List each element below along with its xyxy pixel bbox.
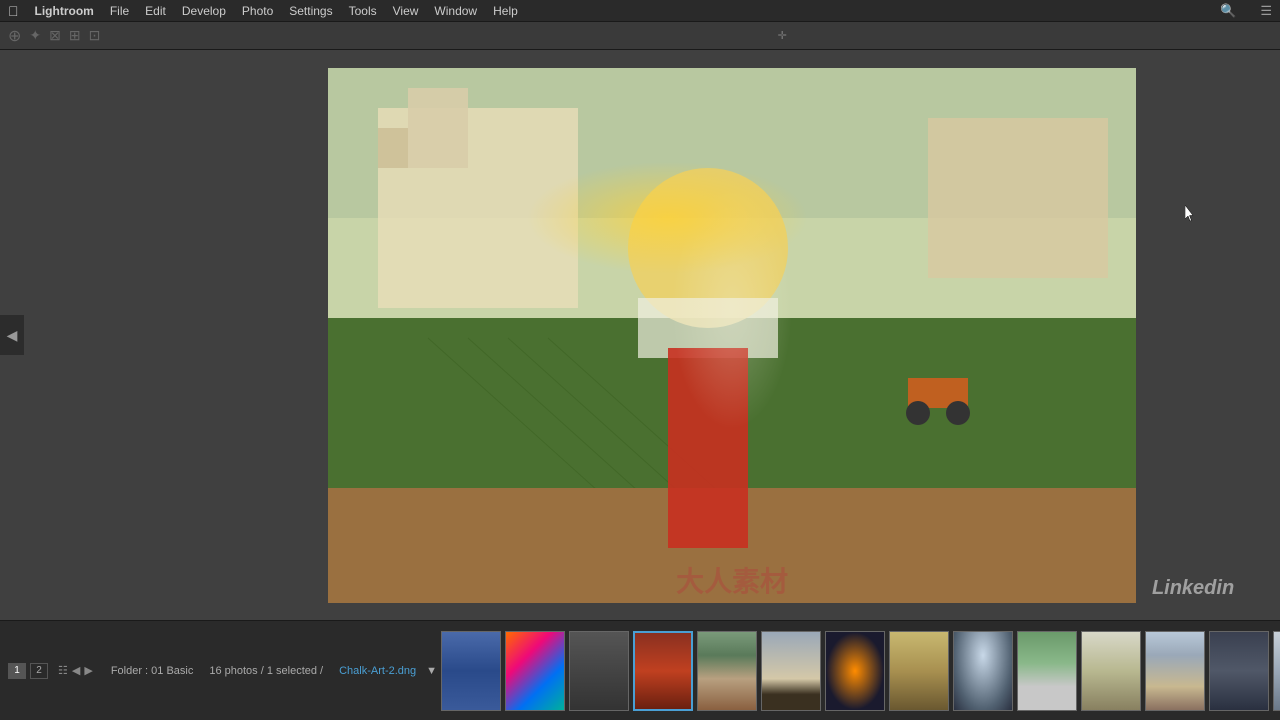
filmstrip-next-icon[interactable]: ▶ [84,664,92,677]
filmstrip-thumb-8[interactable] [889,631,949,711]
menu-file[interactable]: File [110,4,129,18]
toolbar-icon-4[interactable]: ⊞ [69,27,81,44]
apple-menu[interactable]:  [8,3,19,19]
center-cursor: ✛ [778,29,787,42]
image-area: ⊕ ✦ ⊠ ⊞ ⊡ ✛ ◀ [0,22,1280,720]
filmstrip-thumb-11[interactable] [1081,631,1141,711]
filmstrip-folder-info: Folder : 01 Basic [105,665,200,677]
search-icon[interactable]: 🔍 [1220,3,1236,19]
menu-settings[interactable]: Settings [289,4,332,18]
image-canvas: ◀ [0,50,1280,620]
filmstrip-filename[interactable]: Chalk-Art-2.dng [333,665,422,677]
menu-edit[interactable]: Edit [145,4,166,18]
prev-arrow[interactable]: ◀ [0,315,24,355]
linkedin-watermark: Linkedin [1152,577,1234,600]
list-icon[interactable]: ☰ [1260,3,1272,19]
filmstrip-thumb-13[interactable] [1209,631,1269,711]
filmstrip-thumb-4[interactable] [633,631,693,711]
filmstrip-thumb-2[interactable] [505,631,565,711]
page-1[interactable]: 1 [8,663,26,679]
filmstrip-thumb-9[interactable] [953,631,1013,711]
menu-window[interactable]: Window [434,4,477,18]
filmstrip: 1 2 ☷ ◀ ▶ Folder : 01 Basic 16 photos / … [0,620,1280,720]
filmstrip-thumb-10[interactable] [1017,631,1077,711]
page-nav: 1 2 [8,663,48,679]
menu-help[interactable]: Help [493,4,518,18]
filmstrip-controls: ☷ ◀ ▶ [58,664,93,677]
menu-lightroom[interactable]: Lightroom [35,4,94,18]
filmstrip-photo-info: 16 photos / 1 selected / [203,665,329,677]
filmstrip-prev-icon[interactable]: ◀ [72,664,80,677]
filmstrip-thumb-1[interactable] [441,631,501,711]
filmstrip-grid-icon[interactable]: ☷ [58,664,68,677]
filmstrip-filename-dropdown[interactable]: ▼ [426,665,437,677]
page-2[interactable]: 2 [30,663,48,679]
menu-bar:  Lightroom File Edit Develop Photo Sett… [0,0,1280,22]
main-photo [328,68,1136,603]
menu-tools[interactable]: Tools [349,4,377,18]
menu-develop[interactable]: Develop [182,4,226,18]
filmstrip-thumb-14[interactable] [1273,631,1280,711]
filmstrip-thumb-6[interactable] [761,631,821,711]
toolbar-icon-5[interactable]: ⊡ [89,27,101,44]
filmstrip-thumb-3[interactable] [569,631,629,711]
toolbar-icon-3[interactable]: ⊠ [49,27,61,44]
filmstrip-thumb-12[interactable] [1145,631,1205,711]
toolbar-icon-1[interactable]: ⊕ [8,26,21,46]
menu-photo[interactable]: Photo [242,4,273,18]
filmstrip-thumb-5[interactable] [697,631,757,711]
toolbar-icon-2[interactable]: ✦ [29,27,41,44]
filmstrip-thumb-7[interactable] [825,631,885,711]
main-layout: ⊕ ✦ ⊠ ⊞ ⊡ ✛ ◀ [0,22,1280,720]
menu-view[interactable]: View [393,4,419,18]
